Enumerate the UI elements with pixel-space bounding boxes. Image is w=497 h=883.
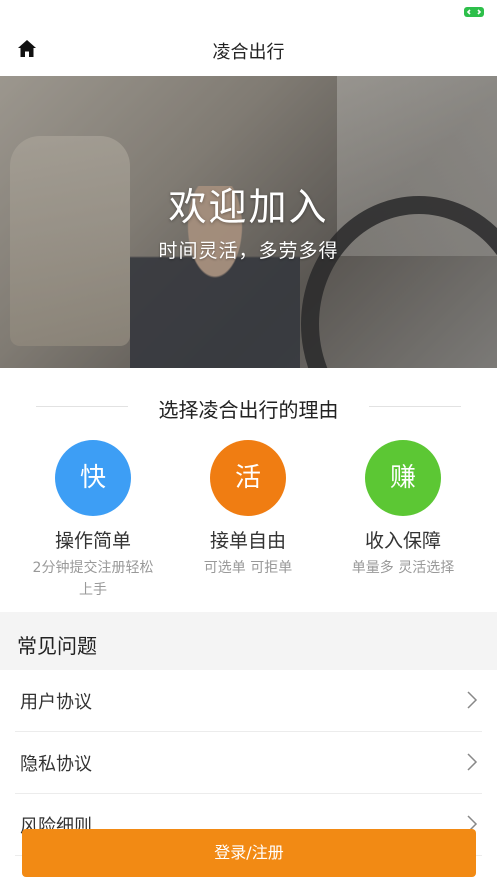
hero-title: 欢迎加入 bbox=[168, 185, 329, 229]
reason-desc: 2分钟提交注册轻松上手 bbox=[32, 560, 154, 598]
reason-easy: 快 操作简单 2分钟提交注册轻松上手 bbox=[18, 440, 168, 601]
battery-icon bbox=[464, 7, 484, 17]
reason-desc: 可选单 可拒单 bbox=[203, 560, 293, 576]
hero-subtitle: 时间灵活，多劳多得 bbox=[158, 240, 339, 262]
faq-header: 常见问题 bbox=[0, 612, 497, 670]
faq-item-label: 用户协议 bbox=[20, 692, 92, 713]
reason-title: 收入保障 bbox=[364, 530, 441, 552]
heading-divider-right bbox=[369, 406, 461, 407]
reason-badge-flexible: 活 bbox=[210, 440, 286, 516]
faq-item-user-agreement[interactable]: 用户协议 bbox=[15, 670, 482, 732]
nav-bar: 凌合出行 bbox=[0, 24, 497, 76]
chevron-right-icon bbox=[466, 690, 478, 710]
page-title: 凌合出行 bbox=[212, 42, 285, 63]
reason-badge-earn: 赚 bbox=[365, 440, 441, 516]
hero-banner: 欢迎加入 时间灵活，多劳多得 bbox=[0, 76, 497, 368]
reason-title: 操作简单 bbox=[54, 530, 131, 552]
faq-item-privacy-agreement[interactable]: 隐私协议 bbox=[15, 732, 482, 794]
status-bar bbox=[0, 0, 497, 24]
faq-title: 常见问题 bbox=[17, 634, 97, 658]
reason-title: 接单自由 bbox=[209, 530, 286, 552]
reason-free: 活 接单自由 可选单 可拒单 bbox=[173, 440, 323, 579]
reasons-heading: 选择凌合出行的理由 bbox=[158, 398, 339, 422]
faq-item-label: 隐私协议 bbox=[20, 754, 92, 775]
login-register-button[interactable]: 登录/注册 bbox=[22, 829, 476, 877]
reason-badge-fast: 快 bbox=[55, 440, 131, 516]
reason-desc: 单量多 灵活选择 bbox=[351, 560, 455, 576]
reasons-section: 选择凌合出行的理由 快 操作简单 2分钟提交注册轻松上手 活 接单自由 可选单 … bbox=[0, 368, 497, 612]
chevron-right-icon bbox=[466, 752, 478, 772]
reason-income: 赚 收入保障 单量多 灵活选择 bbox=[328, 440, 478, 579]
